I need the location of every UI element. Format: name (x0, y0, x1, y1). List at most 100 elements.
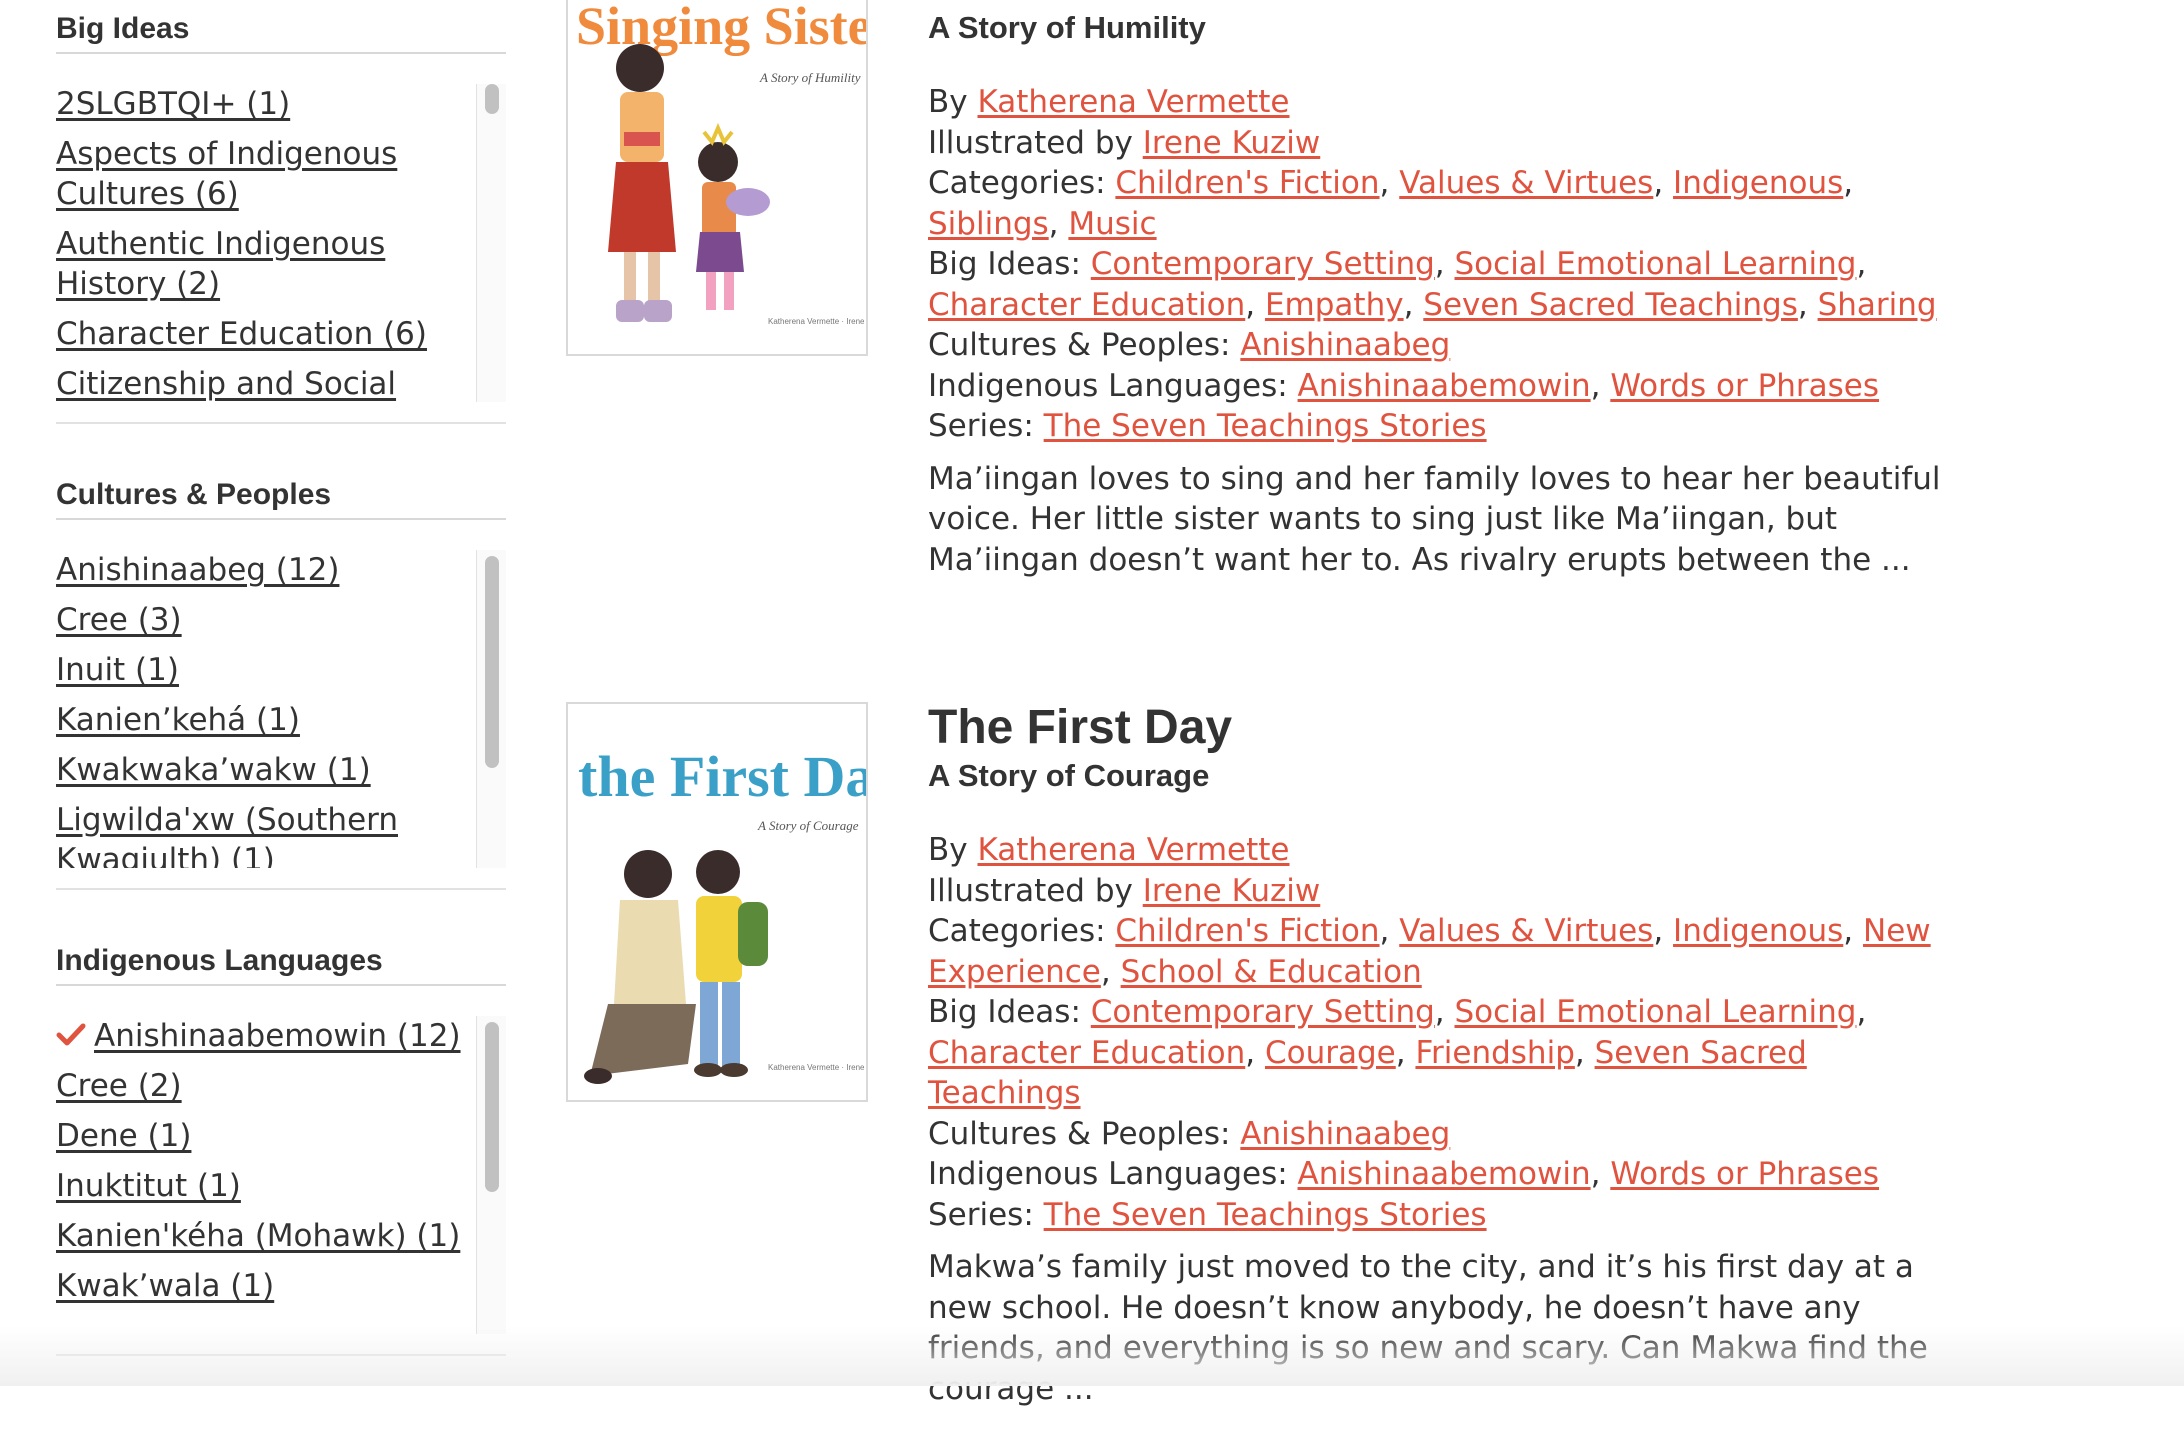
facet-item[interactable]: Aspects of Indigenous Cultures (6) (56, 134, 466, 214)
facet-item-link[interactable]: Cree (3) (56, 602, 182, 638)
category-link[interactable]: School & Education (1121, 954, 1422, 990)
facet-items-big-ideas: 2SLGBTQI+ (1) Aspects of Indigenous Cult… (56, 84, 466, 402)
facet-item-link[interactable]: Dene (1) (56, 1118, 191, 1154)
facet-item-link[interactable]: Ligwilda'xw (Southern Kwagiulth) (1) (56, 802, 398, 868)
divider (56, 422, 506, 424)
big-idea-link[interactable]: Character Education (928, 287, 1245, 323)
big-idea-link[interactable]: Contemporary Setting (1091, 246, 1435, 282)
author-link[interactable]: Katherena Vermette (977, 84, 1289, 120)
facet-item-link[interactable]: Kwak’wala (1) (56, 1268, 274, 1304)
facet-item[interactable]: Inuit (1) (56, 650, 466, 690)
meta-label: Series: (928, 1196, 1034, 1233)
meta-label: Categories: (928, 165, 1106, 201)
series-link[interactable]: The Seven Teachings Stories (1044, 408, 1487, 444)
facet-item[interactable]: Kanien’kehá (1) (56, 700, 466, 740)
facet-item-link[interactable]: Kwakwaka’wakw (1) (56, 752, 371, 788)
category-link[interactable]: Indigenous (1673, 165, 1843, 201)
meta-label: Indigenous Languages: (928, 367, 1288, 404)
facet-item[interactable]: Ligwilda'xw (Southern Kwagiulth) (1) (56, 800, 466, 868)
checkmark-icon (56, 1023, 86, 1046)
meta-label: By (928, 832, 968, 868)
scrollbar-thumb[interactable] (485, 1022, 499, 1192)
big-idea-link[interactable]: Empathy (1265, 287, 1404, 323)
book-cover-image[interactable]: the First Day A Story of Courage Kathere… (566, 702, 868, 1102)
book-cover-illustration: Singing Sisters A Story of Humility Kath… (568, 0, 866, 354)
facet-item-link[interactable]: 2SLGBTQI+ (1) (56, 86, 290, 122)
big-idea-link[interactable]: Social Emotional Learning (1455, 994, 1857, 1030)
facet-list-languages[interactable]: Anishinaabemowin (12) Cree (2) Dene (1) … (56, 1016, 506, 1334)
facet-item[interactable]: Dene (1) (56, 1116, 466, 1156)
series-link[interactable]: The Seven Teachings Stories (1044, 1197, 1487, 1233)
facet-item-link[interactable]: Character Education (6) (56, 316, 427, 352)
category-link[interactable]: Music (1068, 206, 1156, 242)
meta-author: By Katherena Vermette (928, 82, 1948, 123)
meta-label: Series: (928, 408, 1034, 444)
facet-list-big-ideas[interactable]: 2SLGBTQI+ (1) Aspects of Indigenous Cult… (56, 84, 506, 402)
big-idea-link[interactable]: Friendship (1415, 1035, 1574, 1071)
scrollbar-languages[interactable] (476, 1016, 506, 1334)
facet-item-link[interactable]: Anishinaabemowin (12) (94, 1018, 461, 1054)
facet-list-cultures[interactable]: Anishinaabeg (12) Cree (3) Inuit (1) Kan… (56, 550, 506, 868)
language-link[interactable]: Words or Phrases (1610, 368, 1879, 404)
category-link[interactable]: Siblings (928, 206, 1049, 242)
language-link[interactable]: Words or Phrases (1610, 1156, 1879, 1192)
language-link[interactable]: Anishinaabemowin (1298, 1156, 1591, 1192)
facet-item-link[interactable]: Inuktitut (1) (56, 1168, 241, 1204)
big-idea-link[interactable]: Courage (1265, 1035, 1396, 1071)
facet-item-link[interactable]: Anishinaabeg (12) (56, 552, 339, 588)
facet-item[interactable]: Kanien'kéha (Mohawk) (1) (56, 1216, 466, 1256)
book-title[interactable]: The First Day (928, 700, 1948, 756)
meta-label: By (928, 84, 968, 120)
facet-item-link[interactable]: Authentic Indigenous History (2) (56, 226, 385, 302)
culture-link[interactable]: Anishinaabeg (1240, 1116, 1450, 1152)
facet-item[interactable]: Anishinaabeg (12) (56, 550, 466, 590)
meta-label: Illustrated by (928, 872, 1133, 909)
meta-label: Indigenous Languages: (928, 1156, 1288, 1192)
meta-label: Illustrated by (928, 124, 1133, 161)
facet-item[interactable]: Cree (3) (56, 600, 466, 640)
book-cover-illustration: the First Day A Story of Courage Kathere… (568, 704, 866, 1100)
category-link[interactable]: Values & Virtues (1399, 913, 1653, 949)
illustrator-link[interactable]: Irene Kuziw (1143, 125, 1321, 161)
meta-big-ideas: Big Ideas: Contemporary Setting, Social … (928, 994, 1867, 1111)
scrollbar-thumb[interactable] (485, 84, 499, 114)
facet-item[interactable]: 2SLGBTQI+ (1) (56, 84, 466, 124)
facet-item[interactable]: Citizenship and Social (56, 364, 466, 402)
bottom-fade (0, 1326, 2184, 1386)
category-link[interactable]: Children's Fiction (1115, 913, 1379, 949)
facet-item-link[interactable]: Kanien'kéha (Mohawk) (1) (56, 1218, 460, 1254)
book-cover-image[interactable]: Singing Sisters A Story of Humility Kath… (566, 0, 868, 356)
facet-item-link[interactable]: Inuit (1) (56, 652, 179, 688)
facet-item[interactable]: Character Education (6) (56, 314, 466, 354)
category-link[interactable]: Values & Virtues (1399, 165, 1653, 201)
facet-item-link[interactable]: Kanien’kehá (1) (56, 702, 300, 738)
facet-item-link[interactable]: Citizenship and Social (56, 366, 396, 402)
facet-item[interactable]: Kwakwaka’wakw (1) (56, 750, 466, 790)
facet-languages: Indigenous Languages (56, 944, 506, 986)
culture-link[interactable]: Anishinaabeg (1240, 327, 1450, 363)
meta-label: Big Ideas: (928, 994, 1081, 1030)
big-idea-link[interactable]: Seven Sacred Teachings (1423, 287, 1798, 323)
facet-item[interactable]: Authentic Indigenous History (2) (56, 224, 466, 304)
author-link[interactable]: Katherena Vermette (977, 832, 1289, 868)
big-idea-link[interactable]: Contemporary Setting (1091, 994, 1435, 1030)
meta-label: Cultures & Peoples: (928, 327, 1231, 363)
facet-item-link[interactable]: Aspects of Indigenous Cultures (6) (56, 136, 397, 212)
category-link[interactable]: Indigenous (1673, 913, 1843, 949)
book-meta: By Katherena Vermette Illustrated by Ire… (928, 830, 1948, 1235)
illustrator-link[interactable]: Irene Kuziw (1143, 873, 1321, 909)
facet-item[interactable]: Cree (2) (56, 1066, 466, 1106)
big-idea-link[interactable]: Social Emotional Learning (1455, 246, 1857, 282)
facet-item-link[interactable]: Cree (2) (56, 1068, 182, 1104)
big-idea-link[interactable]: Character Education (928, 1035, 1245, 1071)
book-subtitle: A Story of Humility (928, 10, 1206, 45)
facet-item[interactable]: Inuktitut (1) (56, 1166, 466, 1206)
big-idea-link[interactable]: Sharing (1818, 287, 1937, 323)
facet-item[interactable]: Kwak’wala (1) (56, 1266, 466, 1306)
scrollbar-cultures[interactable] (476, 550, 506, 868)
scrollbar-big-ideas[interactable] (476, 84, 506, 402)
facet-item-selected[interactable]: Anishinaabemowin (12) (56, 1016, 466, 1056)
language-link[interactable]: Anishinaabemowin (1298, 368, 1591, 404)
scrollbar-thumb[interactable] (485, 556, 499, 768)
category-link[interactable]: Children's Fiction (1115, 165, 1379, 201)
